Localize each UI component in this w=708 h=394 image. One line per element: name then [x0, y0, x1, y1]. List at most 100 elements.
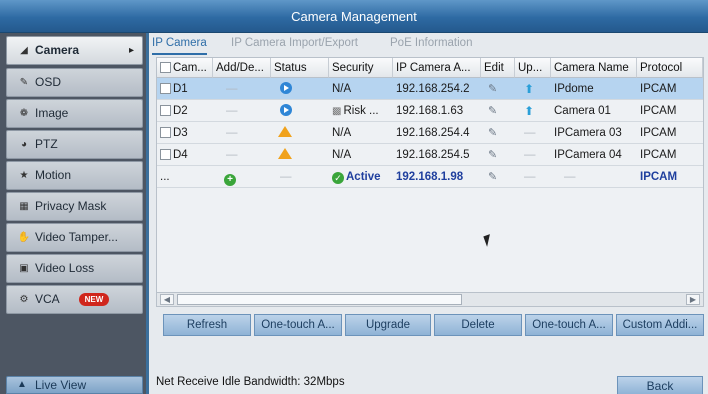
cam-cell: D3	[157, 122, 213, 144]
security-label: Risk ...	[343, 105, 379, 117]
security-cell: ✓ Active	[329, 166, 393, 188]
security-cell: ▩ Risk ...	[329, 100, 393, 122]
security-label: Active	[346, 171, 381, 183]
status-cell	[275, 144, 315, 166]
camera-name-cell: IPCamera 04	[554, 149, 622, 161]
horizontal-scrollbar[interactable]: ◀ ▶	[156, 292, 704, 307]
upgrade-arrow-icon[interactable]: ⬆	[524, 82, 534, 96]
ip-cell: 192.168.254.2	[396, 83, 470, 95]
edit-cell: ✎	[485, 100, 511, 122]
camera-management-window: Camera Management ◢ Camera ▸ ✎ OSD ❁ Ima…	[0, 0, 708, 394]
play-status-icon[interactable]	[280, 104, 292, 116]
cam-cell: D2	[157, 100, 213, 122]
custom-adding-button[interactable]: Custom Addi...	[616, 314, 704, 336]
play-status-icon[interactable]	[280, 82, 292, 94]
back-button[interactable]: Back	[617, 376, 703, 394]
one-touch-adding-button[interactable]: One-touch A...	[525, 314, 613, 336]
status-cell	[277, 100, 317, 122]
header-label: Cam...	[173, 62, 207, 74]
security-cell: N/A	[332, 149, 352, 161]
header-edit[interactable]: Edit	[481, 58, 515, 78]
cam-cell: D4	[157, 144, 213, 166]
edit-icon[interactable]: ✎	[488, 149, 497, 161]
scroll-left-icon[interactable]: ◀	[160, 294, 174, 305]
new-badge: NEW	[79, 293, 109, 306]
row-checkbox[interactable]	[160, 127, 171, 138]
tab-poe-information[interactable]: PoE Information	[390, 37, 472, 55]
row-checkbox[interactable]	[160, 83, 171, 94]
camera-name-cell: IPdome	[554, 83, 594, 95]
home-icon: ▲	[17, 379, 27, 390]
sidebar-item-vca[interactable]: ⚙ VCA NEW	[6, 285, 143, 314]
warning-icon	[278, 148, 292, 159]
protocol-cell: IPCAM	[640, 149, 677, 161]
upgrade-cell: ⬆	[521, 100, 547, 122]
live-view-button[interactable]: ▲ Live View	[6, 376, 143, 394]
osd-icon: ✎	[19, 77, 29, 88]
video-loss-icon: ▣	[19, 263, 29, 274]
privacy-mask-icon: ▦	[19, 201, 29, 212]
upgrade-cell: —	[524, 149, 536, 161]
header-ip-address[interactable]: IP Camera A...	[393, 58, 481, 78]
select-all-checkbox[interactable]	[160, 62, 171, 73]
table-row[interactable]: D3 — N/A 192.168.254.4 ✎ — IPCamera 03 I…	[157, 122, 703, 144]
row-checkbox[interactable]	[160, 105, 171, 116]
add-delete-cell: —	[226, 127, 238, 139]
upgrade-cell: —	[524, 127, 536, 139]
chevron-right-icon: ▸	[128, 45, 134, 56]
header-protocol[interactable]: Protocol	[637, 58, 703, 78]
table-row[interactable]: D4 — N/A 192.168.254.5 ✎ — IPCamera 04 I…	[157, 144, 703, 166]
row-checkbox[interactable]	[160, 149, 171, 160]
one-touch-activate-button[interactable]: One-touch A...	[254, 314, 342, 336]
header-camera-name[interactable]: Camera Name	[551, 58, 637, 78]
sidebar-item-label: Motion	[35, 168, 72, 182]
window-title: Camera Management	[0, 0, 708, 33]
sidebar-item-label: VCA	[35, 292, 60, 306]
header-security[interactable]: Security	[329, 58, 393, 78]
upgrade-button[interactable]: Upgrade	[345, 314, 431, 336]
edit-icon[interactable]: ✎	[488, 127, 497, 139]
tab-ip-camera-import-export[interactable]: IP Camera Import/Export	[231, 37, 358, 55]
tab-bar: IP Camera IP Camera Import/Export PoE In…	[152, 34, 708, 56]
motion-icon: ★	[19, 170, 29, 181]
sidebar-item-osd[interactable]: ✎ OSD	[6, 68, 143, 97]
upgrade-cell: —	[524, 171, 536, 183]
add-camera-icon[interactable]: +	[224, 174, 236, 186]
tab-ip-camera[interactable]: IP Camera	[152, 37, 207, 55]
edit-icon[interactable]: ✎	[488, 171, 497, 183]
camera-name-cell: Camera 01	[554, 105, 611, 117]
edit-icon[interactable]: ✎	[488, 83, 497, 95]
image-icon: ❁	[19, 108, 29, 119]
table-row[interactable]: D1 — N/A 192.168.254.2 ✎ ⬆ IPdome IPCAM	[157, 78, 703, 100]
status-cell: —	[280, 171, 292, 183]
sidebar-item-video-tamper[interactable]: ✋ Video Tamper...	[6, 223, 143, 252]
table-row[interactable]: ... + — ✓ Active 192.168.1.98 ✎ — — IPCAM	[157, 166, 703, 188]
check-icon: ✓	[332, 172, 344, 184]
sidebar-item-ptz[interactable]: ◕ PTZ	[6, 130, 143, 159]
upgrade-arrow-icon[interactable]: ⬆	[524, 104, 534, 118]
sidebar-item-camera[interactable]: ◢ Camera ▸	[6, 36, 143, 65]
edit-cell: ✎	[485, 78, 511, 100]
edit-cell: ✎	[485, 122, 511, 144]
sidebar-item-privacy-mask[interactable]: ▦ Privacy Mask	[6, 192, 143, 221]
sidebar-item-label: Camera	[35, 43, 80, 57]
header-cam[interactable]: Cam...	[157, 58, 213, 78]
status-cell	[277, 78, 317, 100]
header-status[interactable]: Status	[271, 58, 329, 78]
sidebar-item-motion[interactable]: ★ Motion	[6, 161, 143, 190]
header-add-delete[interactable]: Add/De...	[213, 58, 271, 78]
bandwidth-status: Net Receive Idle Bandwidth: 32Mbps	[156, 376, 345, 388]
table-row[interactable]: D2 — ▩ Risk ... 192.168.1.63 ✎ ⬆ Camera 0…	[157, 100, 703, 122]
header-upgrade[interactable]: Up...	[515, 58, 551, 78]
edit-icon[interactable]: ✎	[488, 105, 497, 117]
refresh-button[interactable]: Refresh	[163, 314, 251, 336]
sidebar-item-video-loss[interactable]: ▣ Video Loss	[6, 254, 143, 283]
scrollbar-thumb[interactable]	[177, 294, 462, 305]
scroll-right-icon[interactable]: ▶	[686, 294, 700, 305]
delete-button[interactable]: Delete	[434, 314, 522, 336]
status-cell	[275, 122, 315, 144]
protocol-cell: IPCAM	[640, 83, 677, 95]
sidebar-item-image[interactable]: ❁ Image	[6, 99, 143, 128]
sidebar-item-label: Image	[35, 106, 69, 120]
upgrade-cell: ⬆	[521, 78, 547, 100]
